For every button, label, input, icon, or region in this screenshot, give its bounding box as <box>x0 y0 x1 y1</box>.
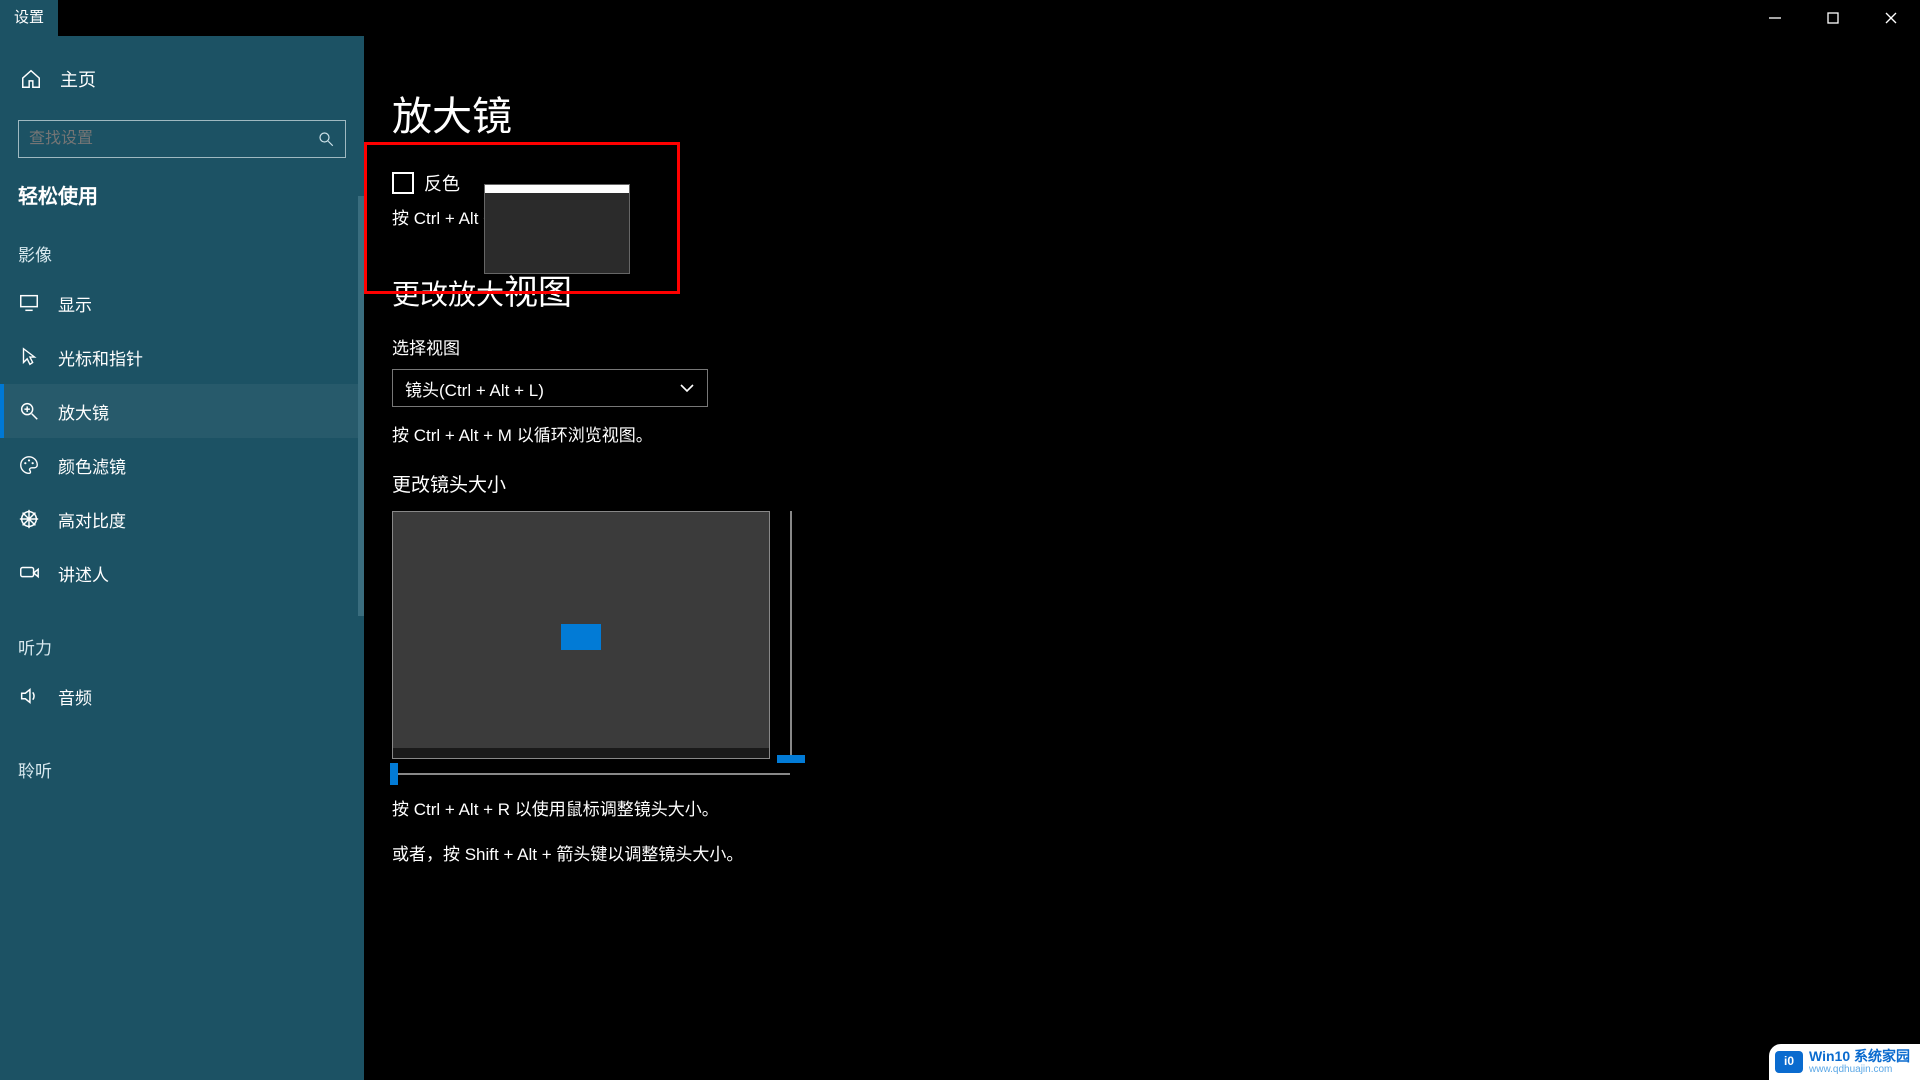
contrast-icon <box>18 508 40 530</box>
sidebar-group-vision: 影像 <box>0 227 364 276</box>
minimize-icon <box>1768 11 1782 25</box>
home-icon <box>20 68 42 90</box>
close-icon <box>1884 11 1898 25</box>
slider-track <box>790 511 792 759</box>
sidebar-section-title: 轻松使用 <box>0 180 364 227</box>
change-lens-size-heading: 更改镜头大小 <box>392 470 1920 497</box>
palette-icon <box>18 454 40 476</box>
sidebar-group-listen: 聆听 <box>0 743 364 792</box>
slider-thumb[interactable] <box>390 763 398 785</box>
lens-size-preview <box>392 511 770 759</box>
chevron-down-icon <box>679 380 695 396</box>
watermark-line2: www.qdhuajin.com <box>1809 1064 1910 1075</box>
watermark: i0 Win10 系统家园 www.qdhuajin.com <box>1769 1044 1920 1080</box>
titlebar: 设置 <box>0 0 1920 36</box>
lens-width-slider[interactable] <box>392 763 790 785</box>
view-option-preview-thumbnail <box>484 184 630 274</box>
cursor-icon <box>18 346 40 368</box>
close-button[interactable] <box>1862 0 1920 36</box>
sidebar-item-label: 讲述人 <box>58 561 109 586</box>
preview-titlebar <box>485 185 629 193</box>
sidebar-home-label: 主页 <box>60 66 96 92</box>
select-view-label: 选择视图 <box>392 334 1920 359</box>
sidebar-item-cursor[interactable]: 光标和指针 <box>0 330 364 384</box>
sidebar-item-magnifier[interactable]: 放大镜 <box>0 384 364 438</box>
sidebar-item-audio[interactable]: 音频 <box>0 669 364 723</box>
minimize-button[interactable] <box>1746 0 1804 36</box>
lens-height-slider[interactable] <box>788 511 794 759</box>
sidebar-item-label: 光标和指针 <box>58 345 143 370</box>
watermark-badge: i0 <box>1775 1051 1803 1073</box>
search-input-wrap[interactable] <box>18 120 346 158</box>
slider-track <box>392 773 790 775</box>
slider-thumb[interactable] <box>777 755 805 763</box>
sidebar-item-label: 显示 <box>58 291 92 316</box>
invert-color-label: 反色 <box>424 170 460 196</box>
magnifier-plus-icon <box>18 400 40 422</box>
sidebar-group-hearing: 听力 <box>0 620 364 669</box>
sidebar-item-label: 颜色滤镜 <box>58 453 126 478</box>
maximize-icon <box>1826 11 1840 25</box>
sidebar-item-display[interactable]: 显示 <box>0 276 364 330</box>
sidebar: 主页 轻松使用 影像 显示 光标和指针 放大镜 <box>0 36 364 1080</box>
search-icon <box>317 130 335 148</box>
sidebar-item-narrator[interactable]: 讲述人 <box>0 546 364 600</box>
view-select-value: 镜头(Ctrl + Alt + L) <box>405 376 544 401</box>
cycle-view-hint: 按 Ctrl + Alt + M 以循环浏览视图。 <box>392 421 1920 446</box>
window-title: 设置 <box>0 0 58 36</box>
maximize-button[interactable] <box>1804 0 1862 36</box>
sidebar-item-color-filters[interactable]: 颜色滤镜 <box>0 438 364 492</box>
narrator-icon <box>18 562 40 584</box>
sidebar-home[interactable]: 主页 <box>0 36 364 110</box>
speaker-icon <box>18 685 40 707</box>
view-select[interactable]: 镜头(Ctrl + Alt + L) <box>392 369 708 407</box>
monitor-icon <box>18 292 40 314</box>
checkbox-icon[interactable] <box>392 172 414 194</box>
search-input[interactable] <box>29 130 317 148</box>
watermark-line1: Win10 系统家园 <box>1809 1049 1910 1064</box>
lens-resize-hint: 按 Ctrl + Alt + R 以使用鼠标调整镜头大小。 <box>392 795 1920 820</box>
sidebar-item-label: 放大镜 <box>58 399 109 424</box>
lens-preview-footer <box>393 748 769 758</box>
sidebar-item-label: 音频 <box>58 684 92 709</box>
heading-emph: 视图 <box>504 274 572 312</box>
sidebar-item-label: 高对比度 <box>58 507 126 532</box>
page-title: 放大镜 <box>392 84 1920 142</box>
lens-shift-hint: 或者，按 Shift + Alt + 箭头键以调整镜头大小。 <box>392 840 1920 865</box>
heading-prefix: 更改放大 <box>392 279 504 310</box>
sidebar-item-high-contrast[interactable]: 高对比度 <box>0 492 364 546</box>
titlebar-spacer[interactable] <box>58 0 1746 36</box>
lens-preview-thumb <box>561 624 601 650</box>
